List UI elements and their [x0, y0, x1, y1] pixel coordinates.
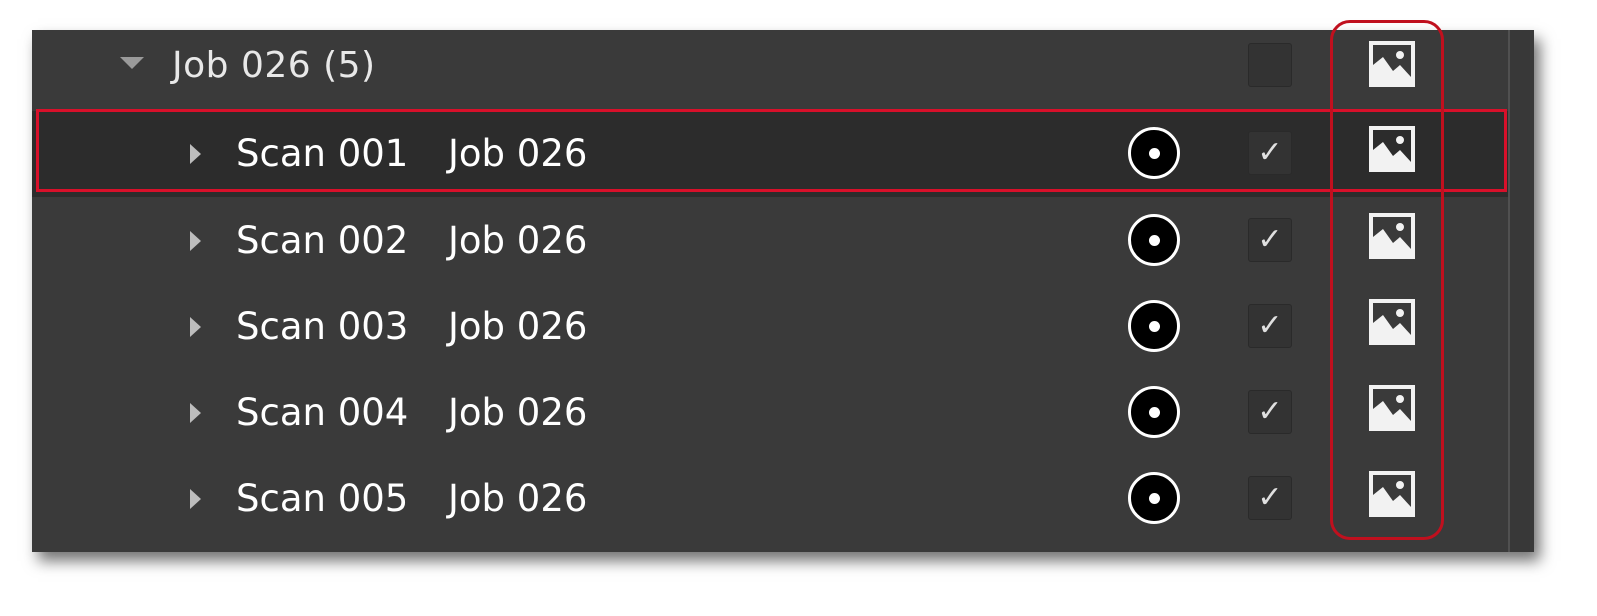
image-icon[interactable]	[1369, 471, 1415, 517]
tree-row-scan-002[interactable]: Scan 002 Job 026 ✓	[32, 198, 1508, 284]
target-icon[interactable]	[1128, 127, 1180, 179]
target-icon[interactable]	[1128, 300, 1180, 352]
target-icon[interactable]	[1128, 386, 1180, 438]
scan-job: Job 026	[448, 305, 588, 348]
scan-name: Scan 004	[236, 391, 409, 434]
scan-job: Job 026	[448, 391, 588, 434]
image-icon[interactable]	[1369, 385, 1415, 431]
scan-job: Job 026	[448, 219, 588, 262]
scan-tree-panel: Job 026 (5) Scan 001 Job 026 ✓ Scan 002 …	[32, 30, 1534, 552]
collapse-triangle-icon[interactable]	[190, 317, 201, 337]
tree-row-scan-005[interactable]: Scan 005 Job 026 ✓	[32, 456, 1508, 542]
target-icon[interactable]	[1128, 214, 1180, 266]
scan-checkbox[interactable]: ✓	[1248, 218, 1292, 262]
collapse-triangle-icon[interactable]	[190, 489, 201, 509]
collapse-triangle-icon[interactable]	[190, 144, 201, 164]
collapse-triangle-icon[interactable]	[190, 231, 201, 251]
expand-triangle-icon[interactable]	[120, 57, 144, 69]
tree-row-scan-003[interactable]: Scan 003 Job 026 ✓	[32, 284, 1508, 370]
scan-job: Job 026	[448, 132, 588, 175]
scan-name: Scan 005	[236, 477, 409, 520]
image-icon[interactable]	[1369, 126, 1415, 172]
scan-name: Scan 002	[236, 219, 409, 262]
scan-checkbox[interactable]: ✓	[1248, 304, 1292, 348]
scan-checkbox[interactable]: ✓	[1248, 476, 1292, 520]
vertical-scrollbar[interactable]	[1508, 30, 1530, 552]
tree-row-scan-001[interactable]: Scan 001 Job 026 ✓	[32, 111, 1508, 197]
scan-checkbox[interactable]: ✓	[1248, 131, 1292, 175]
target-icon[interactable]	[1128, 472, 1180, 524]
scan-job: Job 026	[448, 477, 588, 520]
image-icon[interactable]	[1369, 299, 1415, 345]
group-visibility-checkbox[interactable]	[1248, 43, 1292, 87]
scan-name: Scan 001	[236, 132, 409, 175]
collapse-triangle-icon[interactable]	[190, 403, 201, 423]
tree-group-job-026[interactable]: Job 026 (5)	[32, 30, 1508, 106]
scan-checkbox[interactable]: ✓	[1248, 390, 1292, 434]
tree-row-scan-004[interactable]: Scan 004 Job 026 ✓	[32, 370, 1508, 456]
group-label: Job 026 (5)	[172, 45, 376, 86]
scan-name: Scan 003	[236, 305, 409, 348]
image-icon[interactable]	[1369, 213, 1415, 259]
image-icon[interactable]	[1369, 41, 1415, 87]
